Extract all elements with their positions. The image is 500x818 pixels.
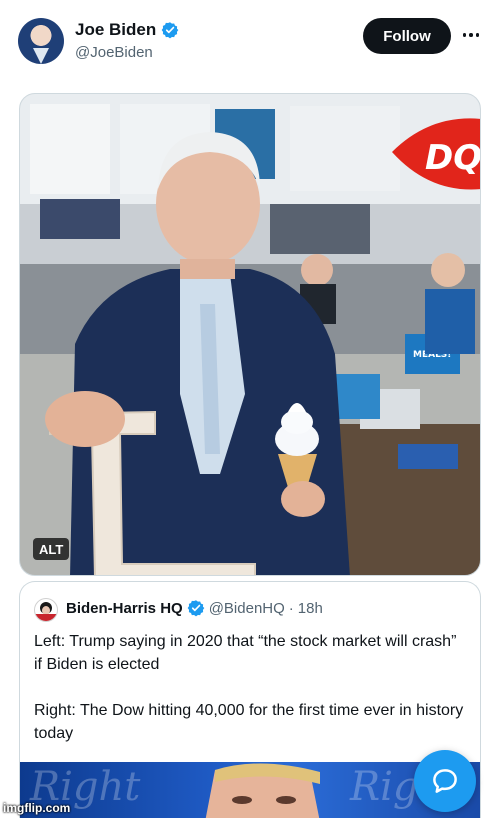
chat-bubble-icon[interactable] <box>414 750 476 812</box>
alt-text-badge[interactable]: ALT <box>33 538 70 560</box>
quoted-author-handle: @BidenHQ <box>208 599 285 617</box>
author-handle[interactable]: @JoeBiden <box>75 44 153 61</box>
quoted-post-card[interactable]: Biden-Harris HQ @BidenHQ · 18h Left: Tru… <box>19 581 481 818</box>
quoted-author-name: Biden-Harris HQ <box>66 599 183 617</box>
verified-badge-icon <box>161 22 179 39</box>
author-avatar[interactable] <box>18 18 64 64</box>
verified-badge-icon <box>187 600 205 617</box>
quoted-timestamp: 18h <box>297 599 323 617</box>
follow-button[interactable]: Follow <box>363 18 451 54</box>
separator-dot: · <box>288 599 294 617</box>
imgflip-watermark: imgflip.com <box>3 801 71 815</box>
quoted-post-header: Biden-Harris HQ @BidenHQ · 18h <box>66 599 323 617</box>
quoted-media-image[interactable]: Right Rig <box>20 762 480 818</box>
author-name[interactable]: Joe Biden <box>75 20 156 40</box>
quoted-post-text: Left: Trump saying in 2020 that “the sto… <box>34 630 464 745</box>
dq-logo-text: DQ <box>425 138 481 178</box>
post-header: Joe Biden @JoeBiden Follow <box>0 0 500 80</box>
quoted-author-avatar <box>34 598 58 622</box>
quoted-paragraph: Left: Trump saying in 2020 that “the sto… <box>34 633 457 673</box>
author-name-row: Joe Biden <box>75 20 179 40</box>
post-media-image[interactable]: DQ MEALS! <box>19 93 481 576</box>
quoted-paragraph: Right: The Dow hitting 40,000 for the fi… <box>34 702 464 742</box>
more-options-icon[interactable] <box>460 24 482 46</box>
